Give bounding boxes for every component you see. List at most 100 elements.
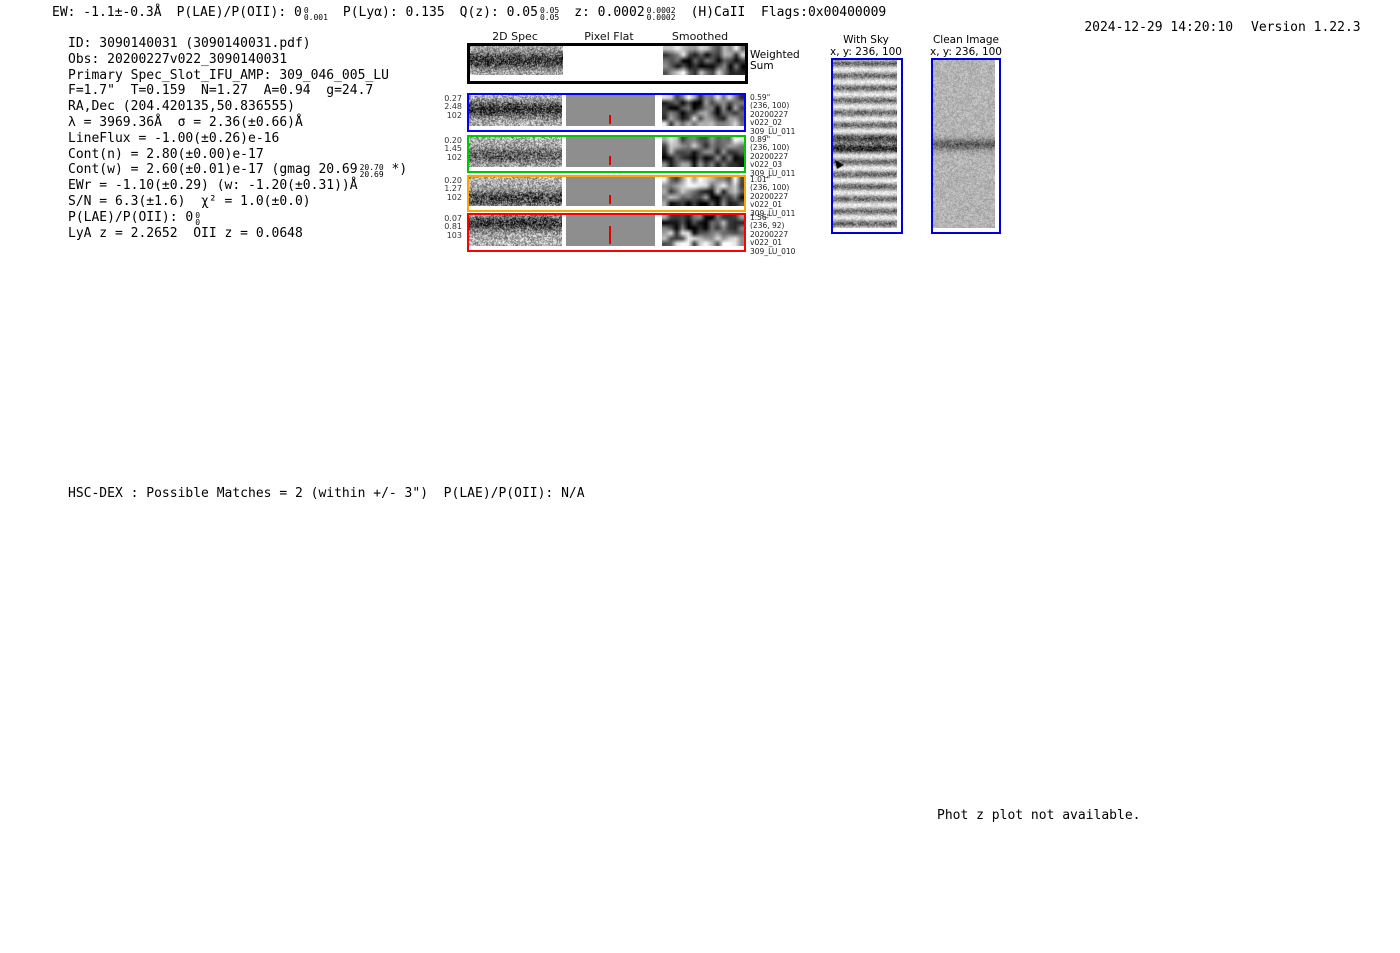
header-segment: Q(z): 0.05 0.05 0.05 [459,5,560,22]
photz-note: Phot z plot not available. [937,808,1141,823]
header-segment-text: EW: -1.1±-0.3Å [52,5,162,20]
report-meta: 2024-12-29 14:20:10 Version 1.22.3 [1053,5,1379,50]
sky-panel-box [831,58,903,234]
row-left-stats: 0.20 1.27 102 [444,176,462,202]
info-line-text: S/N = 6.3(±1.6) χ² = 1.0(±0.0) [68,193,311,209]
spec2d-section: 2D Spec Pixel Flat Smoothed Weighted Sum 0.27… [420,28,820,258]
row-smoothed-image [662,177,744,206]
row-smoothed-image [662,95,744,126]
row-left-stats: 0.27 2.48 102 [444,94,462,120]
spec2d-row-box [467,175,746,212]
sub-value: 20.69 [359,170,384,180]
info-line-text: LyA z = 2.2652 OII z = 0.0648 [68,225,303,241]
info-line-text: Cont(w) = 2.60(±0.01)e-17 (gmag 20.69 [68,162,358,178]
info-line-text: Cont(n) = 2.80(±0.00)e-17 [68,146,264,162]
info-line: LyA z = 2.2652 OII z = 0.0648 [68,226,407,242]
full-spectrum-plot [0,300,1400,470]
sub-value: 0.0002 [646,13,676,22]
sub-value: 0.001 [303,13,328,22]
header-segment-text: P(Lyα): 0.135 [342,5,445,20]
info-line-text: LineFlux = -1.00(±0.26)e-16 [68,130,280,146]
sky-panel-box [931,58,1001,234]
row-smoothed-image [662,215,744,246]
supsub-fraction: 0.05 0.05 [539,7,560,22]
sky-panel-image-1 [933,60,995,228]
row-smoothed-image [662,137,744,167]
info-line-tail: *) [383,162,408,178]
header-segment: P(Lyα): 0.135 [343,5,445,20]
spec2d-column-header: Smoothed [671,30,729,43]
weighted-sum-box [467,43,748,84]
row-pixel-flat [566,215,655,246]
spec2d-row-box [467,135,746,173]
pixel-flat-center-tick [609,226,611,244]
info-line-text: RA,Dec (204.420135,50.836555) [68,99,295,115]
hsc-matches-header: HSC-DEX : Possible Matches = 2 (within +… [68,486,585,501]
sky-image-panels: With Sky x, y: 236, 100 Clean Image x, y:… [820,30,1030,245]
pixel-flat-center-tick [609,195,611,204]
report-timestamp: 2024-12-29 14:20:10 [1084,20,1234,35]
row-pixel-flat [566,137,655,167]
header-segment: P(LAE)/P(OII): 0 0 0.001 [176,5,328,22]
detection-info-block: ID: 3090140031 (3090140031.pdf) Obs: 2020… [68,36,407,241]
row-left-stats: 0.20 1.45 102 [444,136,462,162]
info-line: P(LAE)/P(OII): 000 [68,209,407,227]
row-obs-label: 1.01" (236, 100) 20200227 v022_01 309_LU… [750,175,796,218]
row-left-stats: 0.07 0.81 103 [444,214,462,240]
sky-panel-image-0 [833,60,897,228]
row-obs-label: 1.56" (236, 92) 20200227 v022_01 309_LU_… [750,213,796,256]
info-line: λ = 3969.36Å σ = 2.36(±0.66)Å [68,115,407,131]
info-line: EWr = -1.10(±0.29) (w: -1.20(±0.31))Å [68,178,407,194]
spec2d-column-header: 2D Spec [492,30,538,43]
info-line: Primary Spec_Slot_IFU_AMP: 309_046_005_L… [68,68,407,84]
weighted-smoothed-image [663,46,745,75]
elixer-report-page: EW: -1.1±-0.3Å P(LAE)/P(OII): 0 0 0.001 P(Ly… [0,0,1400,953]
row-pixel-flat [566,95,655,126]
summary-header: EW: -1.1±-0.3Å P(LAE)/P(OII): 0 0 0.001 P(Ly… [52,5,901,22]
info-line: Cont(n) = 2.80(±0.00)e-17 [68,147,407,163]
report-version: Version 1.22.3 [1251,20,1361,35]
info-line: F=1.7" T=0.159 N=1.27 A=0.94 g=24.7 [68,83,407,99]
supsub-fraction: 0.0002 0.0002 [646,7,676,22]
info-line-text: ID: 3090140031 (3090140031.pdf) [68,36,311,51]
sky-panel-title: Clean Image x, y: 236, 100 [930,34,1002,58]
info-line-text: F=1.7" T=0.159 N=1.27 A=0.94 g=24.7 [68,83,374,99]
header-segment: EW: -1.1±-0.3Å [52,5,162,20]
info-line-text: EWr = -1.10(±0.29) (w: -1.20(±0.31))Å [68,178,358,194]
weighted-2d-spec-image [470,46,563,75]
supsub-fraction: 20.70 20.69 [359,164,384,180]
info-line-text: Obs: 20200227v022_3090140031 [68,51,288,67]
spec2d-column-header: Pixel Flat [584,30,634,43]
row-obs-label: 0.89" (236, 100) 20200227 v022_03 309_LU… [750,135,796,178]
row-2d-spec-image [469,95,562,126]
cutout-panels [0,508,760,718]
spec2d-row-box [467,93,746,132]
info-line: ID: 3090140031 (3090140031.pdf) [68,36,407,52]
row-2d-spec-image [469,177,562,206]
spec2d-row-box [467,213,746,252]
header-segment-text: z: 0.0002 [574,5,645,20]
row-2d-spec-image [469,137,562,167]
header-segment: z: 0.0002 0.0002 0.0002 [574,5,676,22]
header-segment-text: Q(z): 0.05 [459,5,538,20]
info-line: S/N = 6.3(±1.6) χ² = 1.0(±0.0) [68,194,407,210]
info-line: LineFlux = -1.00(±0.26)e-16 [68,131,407,147]
row-obs-label: 0.59" (236, 100) 20200227 v022_02 309_LU… [750,93,796,136]
row-pixel-flat [566,177,655,206]
pixel-flat-center-tick [609,115,611,124]
info-line: Cont(w) = 2.60(±0.01)e-17 (gmag 20.69 20.… [68,162,408,180]
pixel-flat-center-tick [609,156,611,165]
row-2d-spec-image [469,215,562,246]
supsub-fraction: 00 [195,211,200,226]
sub-value: 0.05 [539,13,560,22]
header-segment-text: P(LAE)/P(OII): 0 [176,5,302,20]
weighted-sum-label-2: Sum [750,60,774,72]
sky-panel-title: With Sky x, y: 236, 100 [830,34,902,58]
info-line-text: Primary Spec_Slot_IFU_AMP: 309_046_005_L… [68,67,389,83]
header-segment-text: (H)CaII Flags:0x00400009 [690,5,887,20]
info-line: Obs: 20200227v022_3090140031 [68,52,407,68]
supsub-fraction: 0 0.001 [303,7,328,22]
info-line: RA,Dec (204.420135,50.836555) [68,99,407,115]
info-line-text: λ = 3969.36Å σ = 2.36(±0.66)Å [68,114,303,130]
info-line-text: P(LAE)/P(OII): 0 [68,209,194,225]
